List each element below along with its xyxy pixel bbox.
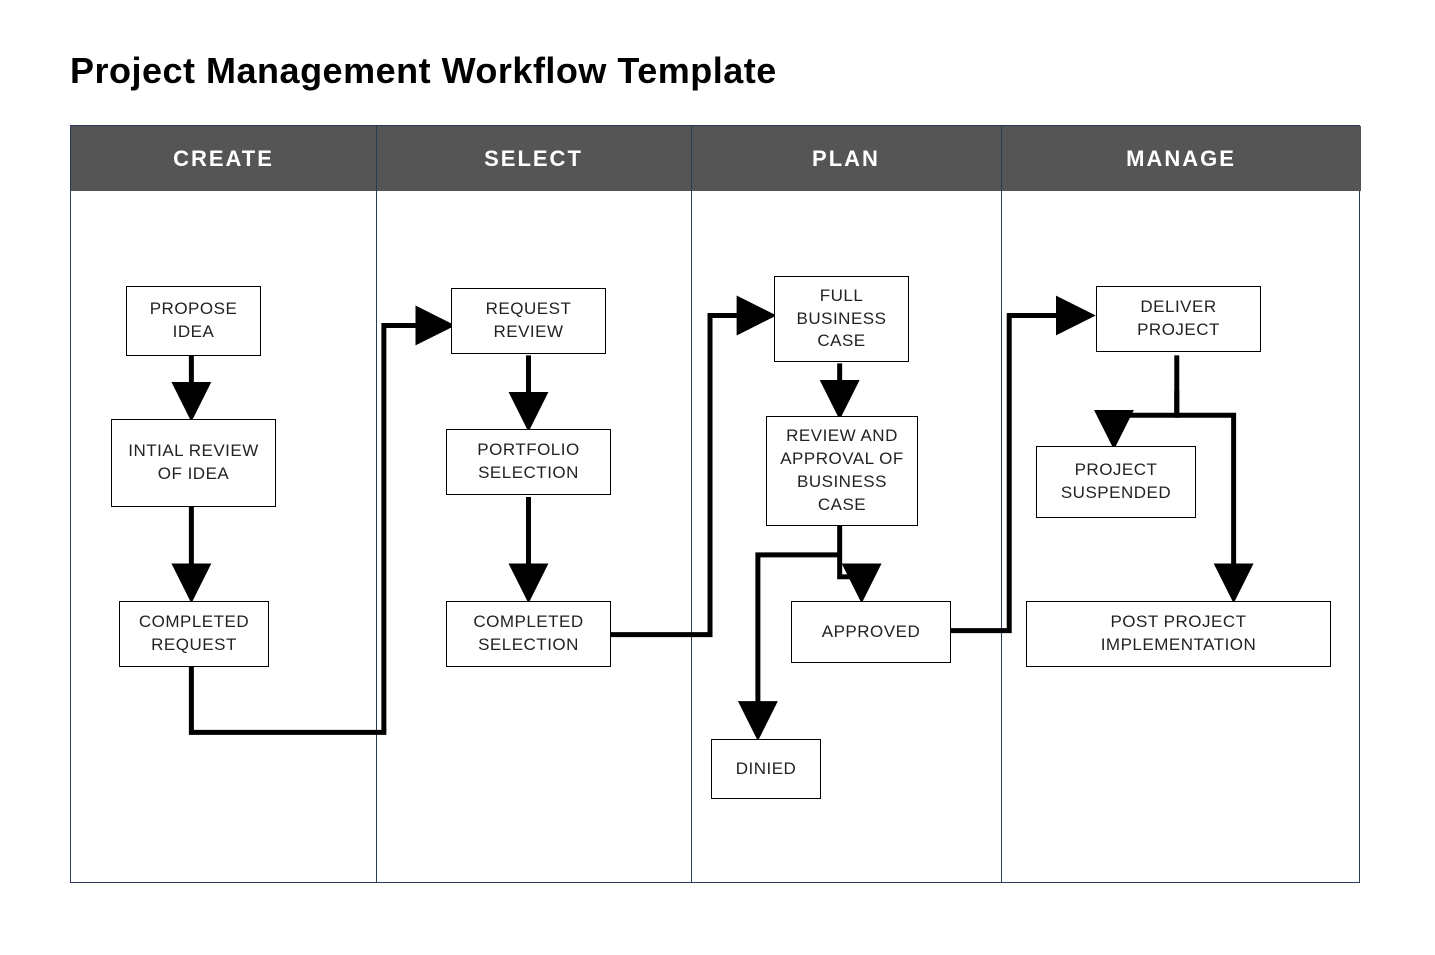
lane-header-plan: PLAN	[691, 126, 1001, 191]
node-completed-request: COMPLETED REQUEST	[119, 601, 269, 667]
node-deliver-project: DELIVER PROJECT	[1096, 286, 1261, 352]
swimlane-frame: CREATE SELECT PLAN MANAGE	[70, 125, 1360, 883]
page-title: Project Management Workflow Template	[70, 50, 777, 92]
node-portfolio-selection: PORTFOLIO SELECTION	[446, 429, 611, 495]
node-approved: APPROVED	[791, 601, 951, 663]
node-completed-selection: COMPLETED SELECTION	[446, 601, 611, 667]
node-initial-review: INTIAL REVIEW OF IDEA	[111, 419, 276, 507]
lane-divider	[376, 126, 377, 882]
edge-review-to-approved	[840, 525, 862, 597]
node-request-review: REQUEST REVIEW	[451, 288, 606, 354]
lane-header-create: CREATE	[71, 126, 376, 191]
node-review-approval: REVIEW AND APPROVAL OF BUSINESS CASE	[766, 416, 918, 526]
node-denied: DINIED	[711, 739, 821, 799]
edge-deliver-to-suspended	[1114, 355, 1177, 443]
node-post-impl: POST PROJECT IMPLEMENTATION	[1026, 601, 1331, 667]
node-project-suspended: PROJECT SUSPENDED	[1036, 446, 1196, 518]
lane-divider	[691, 126, 692, 882]
lane-header-select: SELECT	[376, 126, 691, 191]
edge-completed-to-request-review	[191, 325, 448, 732]
node-full-business-case: FULL BUSINESS CASE	[774, 276, 909, 362]
lane-header-manage: MANAGE	[1001, 126, 1361, 191]
lane-divider	[1001, 126, 1002, 882]
node-propose-idea: PROPOSE IDEA	[126, 286, 261, 356]
